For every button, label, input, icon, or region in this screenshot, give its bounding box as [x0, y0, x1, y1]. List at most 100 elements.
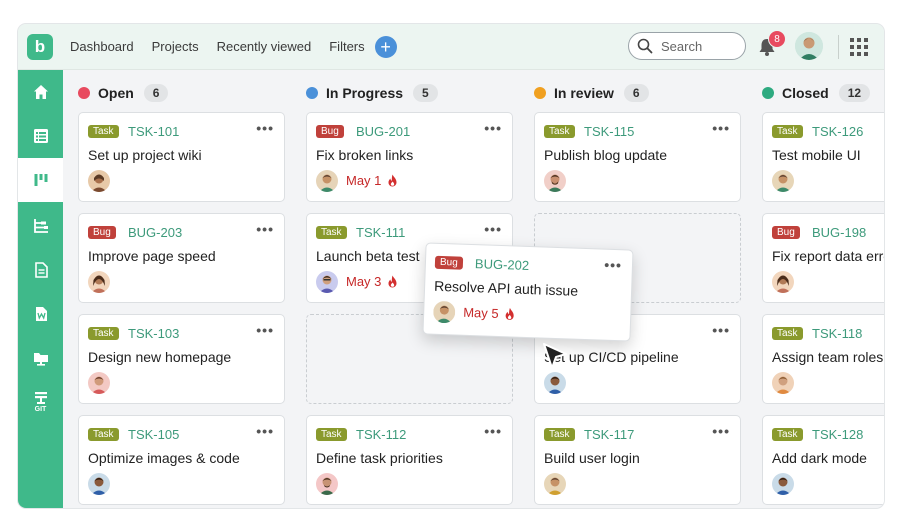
column-header-open[interactable]: Open 6 — [78, 82, 169, 104]
column-header-in-review[interactable]: In review 6 — [534, 82, 649, 104]
folder-icon — [33, 353, 48, 366]
avatar[interactable] — [88, 170, 110, 192]
plus-icon[interactable]: + — [374, 35, 397, 58]
card-title: Design new homepage — [88, 349, 232, 365]
sidebar-item-document[interactable] — [18, 248, 63, 292]
more-icon[interactable]: ••• — [484, 423, 502, 439]
more-icon[interactable]: ••• — [484, 120, 502, 136]
issue-key[interactable]: TSK-115 — [584, 124, 634, 139]
task-card[interactable]: Task TSK-126 Test mobile UI — [762, 112, 884, 202]
nav-dashboard[interactable]: Dashboard — [70, 39, 134, 54]
app-window: b Dashboard Projects Recently viewed Fil… — [18, 24, 884, 508]
more-icon[interactable]: ••• — [256, 423, 274, 439]
nav-recently-viewed[interactable]: Recently viewed — [217, 39, 312, 54]
fire-icon — [506, 307, 515, 320]
column-header-closed[interactable]: Closed 12 — [762, 82, 871, 104]
issue-key[interactable]: TSK-105 — [128, 427, 179, 442]
task-card[interactable]: Bug BUG-198 Fix report data error — [762, 213, 884, 303]
issue-key[interactable]: BUG-201 — [356, 124, 410, 139]
task-card[interactable]: Task TSK-105 ••• Optimize images & code — [78, 415, 285, 505]
tag-badge: Bug — [434, 255, 463, 270]
avatar[interactable] — [772, 271, 794, 293]
more-icon[interactable]: ••• — [604, 257, 622, 274]
issue-key[interactable]: BUG-202 — [475, 256, 530, 273]
task-card[interactable]: Bug BUG-203 ••• Improve page speed — [78, 213, 285, 303]
column-title: In Progress — [326, 85, 404, 101]
sidebar-item-folder[interactable] — [18, 336, 63, 380]
document-icon — [34, 262, 48, 278]
card-title: Optimize images & code — [88, 450, 240, 466]
due-date-label: May 1 — [346, 173, 382, 188]
avatar[interactable] — [544, 473, 566, 495]
card-title: Set up project wiki — [88, 147, 202, 163]
issue-key[interactable]: TSK-112 — [356, 427, 406, 442]
sidebar-item-list[interactable] — [18, 114, 63, 158]
tag-badge: Task — [88, 327, 119, 340]
more-icon[interactable]: ••• — [256, 322, 274, 338]
due-date-label: May 3 — [346, 274, 382, 289]
issue-key[interactable]: TSK-111 — [356, 225, 405, 240]
fire-icon — [388, 275, 397, 288]
avatar[interactable] — [316, 170, 338, 192]
nav-filters[interactable]: Filters — [329, 39, 364, 54]
issue-key[interactable]: BUG-203 — [128, 225, 182, 240]
avatar[interactable] — [88, 271, 110, 293]
task-card[interactable]: Task TSK-101 ••• Set up project wiki — [78, 112, 285, 202]
task-card[interactable]: Task TSK-115 ••• Publish blog update — [534, 112, 741, 202]
task-card[interactable]: Task TSK-128 Add dark mode — [762, 415, 884, 505]
board-icon — [34, 174, 47, 186]
avatar[interactable] — [88, 473, 110, 495]
sidebar-item-tree[interactable] — [18, 204, 63, 248]
tree-icon — [33, 219, 48, 233]
more-icon[interactable]: ••• — [256, 120, 274, 136]
card-title: Resolve API auth issue — [433, 277, 579, 299]
dragging-card[interactable]: Bug BUG-202 ••• Resolve API auth issue M… — [422, 242, 634, 342]
tag-badge: Task — [772, 125, 803, 138]
notification-badge: 8 — [768, 30, 786, 48]
column-count: 6 — [623, 84, 649, 102]
app-logo[interactable]: b — [27, 34, 53, 60]
task-card[interactable]: Bug BUG-201 ••• Fix broken links May 1 — [306, 112, 513, 202]
git-icon — [34, 392, 47, 404]
sidebar-item-git[interactable]: GIT — [18, 380, 63, 424]
avatar[interactable] — [772, 473, 794, 495]
tag-badge: Bug — [772, 226, 800, 239]
avatar[interactable] — [772, 372, 794, 394]
issue-key[interactable]: TSK-118 — [812, 326, 862, 341]
nav-projects[interactable]: Projects — [152, 39, 199, 54]
search-input[interactable] — [659, 37, 733, 55]
user-avatar[interactable] — [795, 32, 823, 60]
main-nav: Dashboard Projects Recently viewed Filte… — [70, 24, 397, 69]
more-icon[interactable]: ••• — [712, 423, 730, 439]
avatar[interactable] — [544, 372, 566, 394]
avatar[interactable] — [88, 372, 110, 394]
sidebar-item-home[interactable] — [18, 70, 63, 114]
status-dot — [306, 87, 318, 99]
avatar[interactable] — [316, 271, 338, 293]
due-date: May 5 — [463, 305, 516, 322]
search-box[interactable] — [628, 32, 746, 60]
task-card[interactable]: Task TSK-103 ••• Design new homepage — [78, 314, 285, 404]
issue-key[interactable]: TSK-117 — [584, 427, 634, 442]
column-header-in-progress[interactable]: In Progress 5 — [306, 82, 438, 104]
avatar[interactable] — [772, 170, 794, 192]
task-card[interactable]: Task TSK-112 ••• Define task priorities — [306, 415, 513, 505]
issue-key[interactable]: TSK-126 — [812, 124, 863, 139]
more-icon[interactable]: ••• — [484, 221, 502, 237]
tag-badge: Bug — [316, 125, 344, 138]
task-card[interactable]: Task TSK-118 Assign team roles — [762, 314, 884, 404]
more-icon[interactable]: ••• — [712, 120, 730, 136]
sidebar-item-word[interactable] — [18, 292, 63, 336]
avatar[interactable] — [432, 300, 456, 324]
sidebar-item-board[interactable] — [18, 158, 63, 202]
avatar[interactable] — [544, 170, 566, 192]
more-icon[interactable]: ••• — [712, 322, 730, 338]
more-icon[interactable]: ••• — [256, 221, 274, 237]
task-card[interactable]: Task TSK-117 ••• Build user login — [534, 415, 741, 505]
avatar[interactable] — [316, 473, 338, 495]
apps-grid-icon[interactable] — [850, 38, 868, 56]
issue-key[interactable]: TSK-101 — [128, 124, 179, 139]
issue-key[interactable]: BUG-198 — [812, 225, 866, 240]
issue-key[interactable]: TSK-103 — [128, 326, 179, 341]
issue-key[interactable]: TSK-128 — [812, 427, 863, 442]
